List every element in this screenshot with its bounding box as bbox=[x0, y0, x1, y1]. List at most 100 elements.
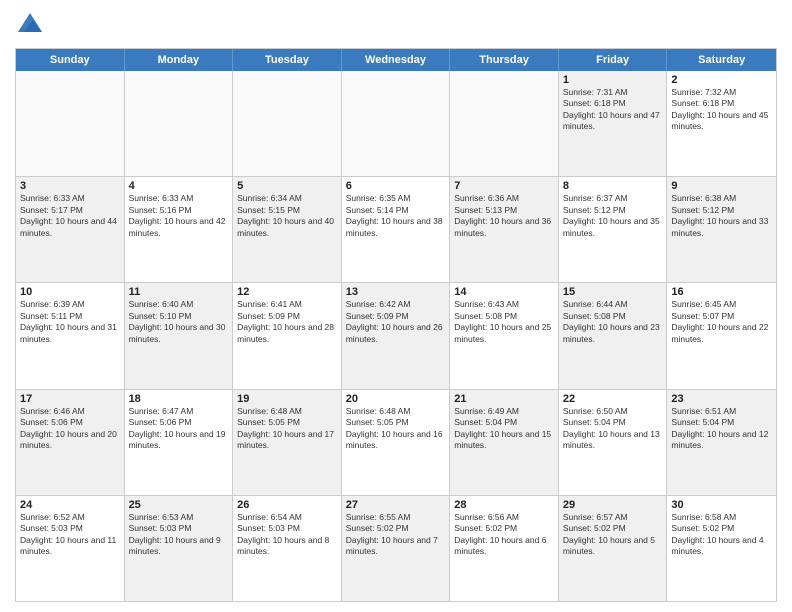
day-number: 14 bbox=[454, 286, 554, 298]
calendar-cell: 11Sunrise: 6:40 AM Sunset: 5:10 PM Dayli… bbox=[125, 283, 234, 388]
day-info: Sunrise: 6:33 AM Sunset: 5:16 PM Dayligh… bbox=[129, 193, 229, 239]
day-number: 28 bbox=[454, 499, 554, 511]
calendar-cell: 10Sunrise: 6:39 AM Sunset: 5:11 PM Dayli… bbox=[16, 283, 125, 388]
day-info: Sunrise: 6:36 AM Sunset: 5:13 PM Dayligh… bbox=[454, 193, 554, 239]
day-info: Sunrise: 6:58 AM Sunset: 5:02 PM Dayligh… bbox=[671, 512, 772, 558]
day-info: Sunrise: 6:53 AM Sunset: 5:03 PM Dayligh… bbox=[129, 512, 229, 558]
day-number: 13 bbox=[346, 286, 446, 298]
calendar-cell: 14Sunrise: 6:43 AM Sunset: 5:08 PM Dayli… bbox=[450, 283, 559, 388]
calendar-row: 17Sunrise: 6:46 AM Sunset: 5:06 PM Dayli… bbox=[16, 389, 776, 495]
calendar-cell bbox=[233, 71, 342, 176]
calendar-cell: 22Sunrise: 6:50 AM Sunset: 5:04 PM Dayli… bbox=[559, 390, 668, 495]
day-number: 12 bbox=[237, 286, 337, 298]
day-number: 7 bbox=[454, 180, 554, 192]
day-info: Sunrise: 6:41 AM Sunset: 5:09 PM Dayligh… bbox=[237, 299, 337, 345]
weekday-header: Sunday bbox=[16, 49, 125, 71]
calendar-cell: 18Sunrise: 6:47 AM Sunset: 5:06 PM Dayli… bbox=[125, 390, 234, 495]
day-number: 18 bbox=[129, 393, 229, 405]
day-number: 29 bbox=[563, 499, 663, 511]
logo bbox=[15, 10, 49, 40]
day-number: 27 bbox=[346, 499, 446, 511]
weekday-header: Thursday bbox=[450, 49, 559, 71]
weekday-header: Monday bbox=[125, 49, 234, 71]
day-info: Sunrise: 6:33 AM Sunset: 5:17 PM Dayligh… bbox=[20, 193, 120, 239]
day-info: Sunrise: 6:47 AM Sunset: 5:06 PM Dayligh… bbox=[129, 406, 229, 452]
calendar-cell: 13Sunrise: 6:42 AM Sunset: 5:09 PM Dayli… bbox=[342, 283, 451, 388]
day-info: Sunrise: 7:31 AM Sunset: 6:18 PM Dayligh… bbox=[563, 87, 663, 133]
day-info: Sunrise: 6:43 AM Sunset: 5:08 PM Dayligh… bbox=[454, 299, 554, 345]
day-number: 4 bbox=[129, 180, 229, 192]
header bbox=[15, 10, 777, 40]
weekday-header: Saturday bbox=[667, 49, 776, 71]
calendar-cell: 12Sunrise: 6:41 AM Sunset: 5:09 PM Dayli… bbox=[233, 283, 342, 388]
day-number: 6 bbox=[346, 180, 446, 192]
calendar-cell: 9Sunrise: 6:38 AM Sunset: 5:12 PM Daylig… bbox=[667, 177, 776, 282]
calendar-body: 1Sunrise: 7:31 AM Sunset: 6:18 PM Daylig… bbox=[16, 71, 776, 601]
page: SundayMondayTuesdayWednesdayThursdayFrid… bbox=[0, 0, 792, 612]
calendar-cell: 25Sunrise: 6:53 AM Sunset: 5:03 PM Dayli… bbox=[125, 496, 234, 601]
day-number: 26 bbox=[237, 499, 337, 511]
calendar-cell: 28Sunrise: 6:56 AM Sunset: 5:02 PM Dayli… bbox=[450, 496, 559, 601]
day-info: Sunrise: 6:55 AM Sunset: 5:02 PM Dayligh… bbox=[346, 512, 446, 558]
day-number: 9 bbox=[671, 180, 772, 192]
day-info: Sunrise: 6:42 AM Sunset: 5:09 PM Dayligh… bbox=[346, 299, 446, 345]
day-info: Sunrise: 6:34 AM Sunset: 5:15 PM Dayligh… bbox=[237, 193, 337, 239]
day-number: 23 bbox=[671, 393, 772, 405]
calendar-cell: 2Sunrise: 7:32 AM Sunset: 6:18 PM Daylig… bbox=[667, 71, 776, 176]
calendar-header: SundayMondayTuesdayWednesdayThursdayFrid… bbox=[16, 49, 776, 71]
day-info: Sunrise: 6:52 AM Sunset: 5:03 PM Dayligh… bbox=[20, 512, 120, 558]
day-info: Sunrise: 6:50 AM Sunset: 5:04 PM Dayligh… bbox=[563, 406, 663, 452]
day-number: 11 bbox=[129, 286, 229, 298]
calendar-cell bbox=[450, 71, 559, 176]
calendar-cell: 6Sunrise: 6:35 AM Sunset: 5:14 PM Daylig… bbox=[342, 177, 451, 282]
day-info: Sunrise: 6:44 AM Sunset: 5:08 PM Dayligh… bbox=[563, 299, 663, 345]
calendar-cell: 7Sunrise: 6:36 AM Sunset: 5:13 PM Daylig… bbox=[450, 177, 559, 282]
calendar-row: 3Sunrise: 6:33 AM Sunset: 5:17 PM Daylig… bbox=[16, 176, 776, 282]
logo-icon bbox=[15, 10, 45, 40]
calendar-cell bbox=[342, 71, 451, 176]
calendar-cell: 1Sunrise: 7:31 AM Sunset: 6:18 PM Daylig… bbox=[559, 71, 668, 176]
calendar-cell: 29Sunrise: 6:57 AM Sunset: 5:02 PM Dayli… bbox=[559, 496, 668, 601]
day-number: 21 bbox=[454, 393, 554, 405]
day-number: 24 bbox=[20, 499, 120, 511]
day-number: 2 bbox=[671, 74, 772, 86]
calendar-cell: 24Sunrise: 6:52 AM Sunset: 5:03 PM Dayli… bbox=[16, 496, 125, 601]
weekday-header: Friday bbox=[559, 49, 668, 71]
day-info: Sunrise: 6:48 AM Sunset: 5:05 PM Dayligh… bbox=[237, 406, 337, 452]
calendar-cell: 17Sunrise: 6:46 AM Sunset: 5:06 PM Dayli… bbox=[16, 390, 125, 495]
calendar-cell: 15Sunrise: 6:44 AM Sunset: 5:08 PM Dayli… bbox=[559, 283, 668, 388]
day-info: Sunrise: 6:37 AM Sunset: 5:12 PM Dayligh… bbox=[563, 193, 663, 239]
day-info: Sunrise: 7:32 AM Sunset: 6:18 PM Dayligh… bbox=[671, 87, 772, 133]
calendar-cell: 3Sunrise: 6:33 AM Sunset: 5:17 PM Daylig… bbox=[16, 177, 125, 282]
calendar-cell: 8Sunrise: 6:37 AM Sunset: 5:12 PM Daylig… bbox=[559, 177, 668, 282]
day-info: Sunrise: 6:46 AM Sunset: 5:06 PM Dayligh… bbox=[20, 406, 120, 452]
day-info: Sunrise: 6:49 AM Sunset: 5:04 PM Dayligh… bbox=[454, 406, 554, 452]
day-info: Sunrise: 6:39 AM Sunset: 5:11 PM Dayligh… bbox=[20, 299, 120, 345]
day-info: Sunrise: 6:45 AM Sunset: 5:07 PM Dayligh… bbox=[671, 299, 772, 345]
day-number: 22 bbox=[563, 393, 663, 405]
day-number: 19 bbox=[237, 393, 337, 405]
calendar-cell: 19Sunrise: 6:48 AM Sunset: 5:05 PM Dayli… bbox=[233, 390, 342, 495]
day-number: 3 bbox=[20, 180, 120, 192]
calendar-cell: 26Sunrise: 6:54 AM Sunset: 5:03 PM Dayli… bbox=[233, 496, 342, 601]
day-number: 1 bbox=[563, 74, 663, 86]
day-info: Sunrise: 6:35 AM Sunset: 5:14 PM Dayligh… bbox=[346, 193, 446, 239]
calendar-row: 10Sunrise: 6:39 AM Sunset: 5:11 PM Dayli… bbox=[16, 282, 776, 388]
calendar-cell: 30Sunrise: 6:58 AM Sunset: 5:02 PM Dayli… bbox=[667, 496, 776, 601]
calendar-cell bbox=[125, 71, 234, 176]
day-number: 5 bbox=[237, 180, 337, 192]
day-number: 15 bbox=[563, 286, 663, 298]
calendar-row: 24Sunrise: 6:52 AM Sunset: 5:03 PM Dayli… bbox=[16, 495, 776, 601]
day-number: 10 bbox=[20, 286, 120, 298]
day-info: Sunrise: 6:56 AM Sunset: 5:02 PM Dayligh… bbox=[454, 512, 554, 558]
day-info: Sunrise: 6:48 AM Sunset: 5:05 PM Dayligh… bbox=[346, 406, 446, 452]
calendar-cell: 4Sunrise: 6:33 AM Sunset: 5:16 PM Daylig… bbox=[125, 177, 234, 282]
day-info: Sunrise: 6:51 AM Sunset: 5:04 PM Dayligh… bbox=[671, 406, 772, 452]
calendar-cell: 27Sunrise: 6:55 AM Sunset: 5:02 PM Dayli… bbox=[342, 496, 451, 601]
calendar-cell bbox=[16, 71, 125, 176]
weekday-header: Tuesday bbox=[233, 49, 342, 71]
day-number: 20 bbox=[346, 393, 446, 405]
day-info: Sunrise: 6:40 AM Sunset: 5:10 PM Dayligh… bbox=[129, 299, 229, 345]
calendar-cell: 20Sunrise: 6:48 AM Sunset: 5:05 PM Dayli… bbox=[342, 390, 451, 495]
day-number: 25 bbox=[129, 499, 229, 511]
